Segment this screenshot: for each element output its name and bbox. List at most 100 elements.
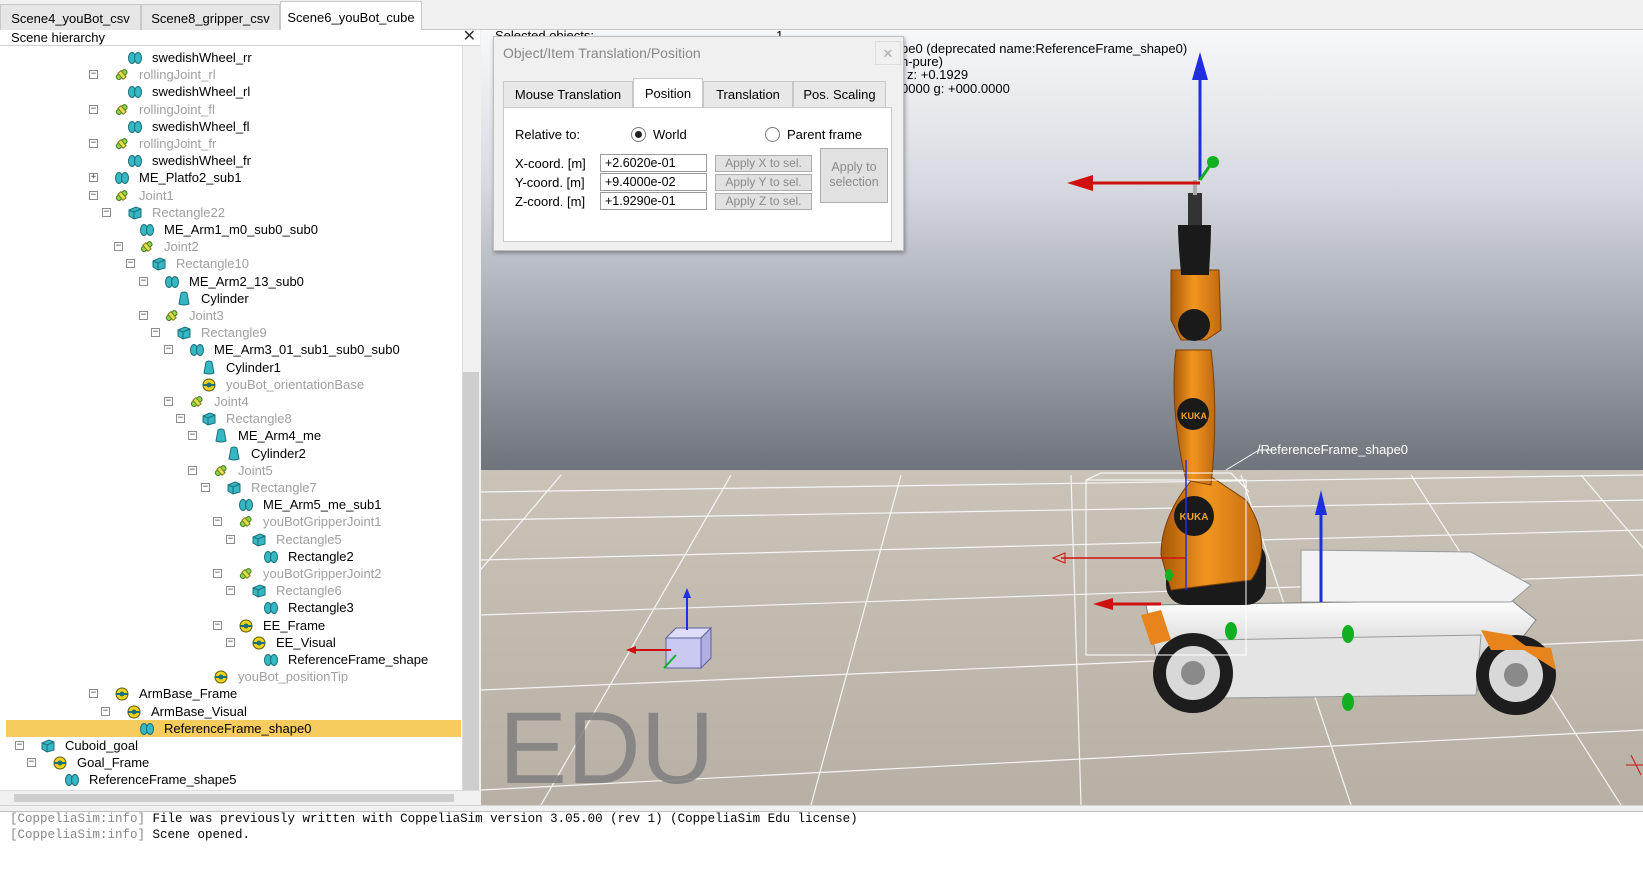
hierarchy-row[interactable]: Cylinder1 <box>0 359 460 376</box>
collapse-icon[interactable]: − <box>213 569 222 578</box>
hierarchy-horizontal-thumb[interactable] <box>14 794 454 802</box>
hierarchy-item-label: ME_Arm3_01_sub1_sub0_sub0 <box>214 342 400 358</box>
hierarchy-row[interactable]: − ME_Arm2_13_sub0 <box>0 273 460 290</box>
collapse-icon[interactable]: − <box>102 207 111 217</box>
y-coord-input[interactable] <box>600 173 707 191</box>
hierarchy-row[interactable]: ReferenceFrame_shape5 <box>0 771 460 788</box>
hierarchy-row[interactable]: − ArmBase_Frame <box>0 685 460 702</box>
hierarchy-row[interactable]: − youBotGripperJoint2 <box>0 565 460 582</box>
collapse-icon[interactable]: − <box>89 190 98 200</box>
collapse-icon[interactable]: − <box>101 706 110 716</box>
collapse-icon[interactable]: − <box>188 431 197 441</box>
hierarchy-item-label: swedishWheel_fl <box>152 118 250 134</box>
tab-mouse-translation[interactable]: Mouse Translation <box>503 81 633 107</box>
hierarchy-row[interactable]: − Goal_Frame <box>0 754 460 771</box>
hierarchy-row[interactable]: ReferenceFrame_shape <box>0 651 460 668</box>
tab-scene4-youbot-csv[interactable]: Scene4_youBot_csv <box>0 4 141 30</box>
collapse-icon[interactable]: − <box>226 637 235 647</box>
collapse-icon[interactable]: − <box>226 586 235 596</box>
collapse-icon[interactable]: − <box>27 758 36 768</box>
collapse-icon[interactable]: − <box>139 311 148 320</box>
collapse-icon[interactable]: − <box>89 104 98 114</box>
hierarchy-row[interactable]: − ME_Arm4_me <box>0 427 460 444</box>
hierarchy-row[interactable]: swedishWheel_rl <box>0 83 460 100</box>
tab-pos-scaling[interactable]: Pos. Scaling <box>793 81 886 107</box>
joint-icon <box>164 308 180 323</box>
hierarchy-row[interactable]: − ME_Arm3_01_sub1_sub0_sub0 <box>0 341 460 358</box>
hierarchy-row[interactable]: ReferenceFrame_shape0 <box>6 719 461 737</box>
hierarchy-row[interactable]: youBot_orientationBase <box>0 376 460 393</box>
collapse-icon[interactable]: − <box>226 534 235 544</box>
collapse-icon[interactable]: − <box>126 259 135 269</box>
hierarchy-row[interactable]: − Joint2 <box>0 238 460 255</box>
hierarchy-row[interactable]: − Rectangle9 <box>0 324 460 341</box>
collapse-icon[interactable]: − <box>139 276 148 286</box>
shape-icon <box>114 170 130 185</box>
hierarchy-row[interactable]: − ArmBase_Visual <box>0 703 460 720</box>
collapse-icon[interactable]: − <box>201 483 210 492</box>
hierarchy-row[interactable]: − EE_Frame <box>0 617 460 634</box>
hierarchy-row[interactable]: − youBotGripperJoint1 <box>0 513 460 530</box>
hierarchy-row[interactable]: − Rectangle22 <box>0 204 460 221</box>
collapse-icon[interactable]: − <box>89 139 98 148</box>
radio-parent-frame-label[interactable]: Parent frame <box>787 127 862 142</box>
hierarchy-row[interactable]: Cylinder <box>0 290 460 307</box>
hierarchy-row[interactable]: − rollingJoint_fl <box>0 101 460 118</box>
collapse-icon[interactable]: − <box>89 689 98 699</box>
collapse-icon[interactable]: − <box>151 328 160 338</box>
hierarchy-row[interactable]: ME_Arm5_me_sub1 <box>0 496 460 513</box>
x-coord-input[interactable] <box>600 154 707 172</box>
collapse-icon[interactable]: − <box>89 70 98 80</box>
console-output[interactable]: [CoppeliaSim:info] File was previously w… <box>0 811 1643 870</box>
hierarchy-row[interactable]: swedishWheel_fl <box>0 118 460 135</box>
apply-y-button[interactable]: Apply Y to sel. <box>715 174 812 191</box>
hierarchy-row[interactable]: − Rectangle7 <box>0 479 460 496</box>
hierarchy-row[interactable]: − Joint5 <box>0 462 460 479</box>
hierarchy-row[interactable]: − Joint3 <box>0 307 460 324</box>
hierarchy-row[interactable]: − Joint4 <box>0 393 460 410</box>
collapse-icon[interactable]: − <box>176 414 185 424</box>
z-coord-input[interactable] <box>600 192 707 210</box>
apply-x-button[interactable]: Apply X to sel. <box>715 155 812 172</box>
hierarchy-row[interactable]: swedishWheel_fr <box>0 152 460 169</box>
collapse-icon[interactable]: − <box>164 397 173 406</box>
radio-parent-frame[interactable] <box>765 127 780 142</box>
collapse-icon[interactable]: − <box>15 741 24 750</box>
apply-to-selection-button[interactable]: Apply to selection <box>820 148 888 203</box>
hierarchy-row[interactable]: + ME_Platfo2_sub1 <box>0 169 460 186</box>
hierarchy-row[interactable]: − Rectangle6 <box>0 582 460 599</box>
hierarchy-row[interactable]: − rollingJoint_rl <box>0 66 460 83</box>
hierarchy-row[interactable]: Cylinder2 <box>0 445 460 462</box>
hierarchy-row[interactable]: Rectangle2 <box>0 548 460 565</box>
collapse-icon[interactable]: − <box>164 345 173 355</box>
apply-z-button[interactable]: Apply Z to sel. <box>715 193 812 210</box>
collapse-icon[interactable]: − <box>114 242 123 252</box>
dialog-close-button[interactable]: ✕ <box>875 41 901 65</box>
scene-hierarchy-title: Scene hierarchy <box>11 30 105 45</box>
tab-scene6-youbot-cube[interactable]: Scene6_youBot_cube <box>280 1 422 31</box>
hierarchy-scroll-thumb[interactable] <box>463 372 479 812</box>
tab-position[interactable]: Position <box>633 78 703 108</box>
hierarchy-row[interactable]: − Rectangle10 <box>0 255 460 272</box>
radio-world[interactable] <box>631 127 646 142</box>
hierarchy-row[interactable]: youBot_positionTip <box>0 668 460 685</box>
hierarchy-tree[interactable]: swedishWheel_rr − rollingJoint_rl swedishWh… <box>0 46 462 790</box>
hierarchy-row[interactable]: − Rectangle8 <box>0 410 460 427</box>
hierarchy-row[interactable]: − EE_Visual <box>0 634 460 651</box>
hierarchy-row[interactable]: − Rectangle5 <box>0 531 460 548</box>
close-icon[interactable]: ✕ <box>463 29 476 45</box>
hierarchy-row[interactable]: Rectangle3 <box>0 599 460 616</box>
collapse-icon[interactable]: − <box>188 465 197 475</box>
tab-translation[interactable]: Translation <box>703 81 793 107</box>
expand-icon[interactable]: + <box>89 173 98 183</box>
hierarchy-row[interactable]: − rollingJoint_fr <box>0 135 460 152</box>
hierarchy-row[interactable]: ME_Arm1_m0_sub0_sub0 <box>0 221 460 238</box>
hierarchy-row[interactable]: − Joint1 <box>0 187 460 204</box>
hierarchy-row[interactable]: swedishWheel_rr <box>0 49 460 66</box>
collapse-icon[interactable]: − <box>213 620 222 630</box>
hierarchy-row[interactable]: − Cuboid_goal <box>0 737 460 754</box>
radio-world-label[interactable]: World <box>653 127 687 142</box>
cuboid-icon <box>251 583 267 598</box>
tab-scene8-gripper-csv[interactable]: Scene8_gripper_csv <box>141 4 280 30</box>
collapse-icon[interactable]: − <box>213 517 222 527</box>
